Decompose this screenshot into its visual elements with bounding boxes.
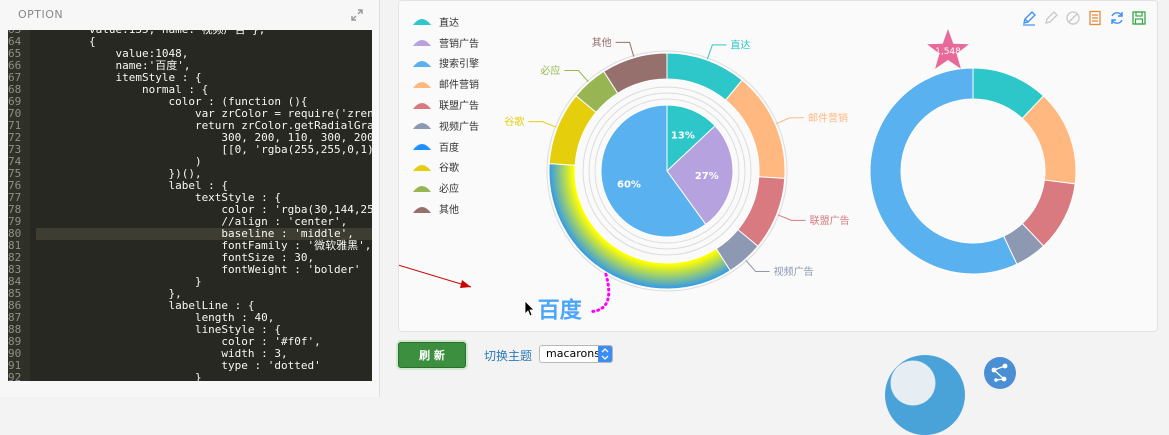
- legend-swatch-icon: [413, 120, 431, 130]
- select-arrow-icon: [598, 346, 612, 362]
- refresh-button[interactable]: 刷 新: [398, 342, 466, 368]
- legend-label: 营销广告: [439, 38, 479, 50]
- outer-ring-label-line: [745, 259, 770, 273]
- restore-icon[interactable]: [1109, 10, 1125, 26]
- outer-ring-label-line: [777, 214, 806, 221]
- legend-label: 联盟广告: [439, 101, 479, 113]
- annotation-arrow-line: [399, 264, 472, 288]
- chart-toolbox: [1021, 10, 1147, 26]
- option-panel-header: OPTION: [0, 0, 379, 30]
- mark-undo-icon[interactable]: [1043, 10, 1059, 26]
- line-number: 92: [8, 371, 22, 382]
- theme-select[interactable]: macarons: [539, 345, 613, 363]
- mark-icon[interactable]: [1021, 10, 1037, 26]
- annotation-arrow-head: [460, 280, 471, 288]
- outer-ring-label-line: [776, 117, 804, 125]
- legend-item[interactable]: 百度: [413, 136, 479, 157]
- legend-label: 百度: [439, 142, 459, 154]
- legend-item[interactable]: 其他: [413, 198, 479, 219]
- legend-item[interactable]: 联盟广告: [413, 94, 479, 115]
- option-editor-panel: OPTION 636465666768697071727374757677787…: [0, 0, 380, 397]
- legend-label: 其他: [439, 205, 459, 217]
- outer-ring-label-line: [564, 69, 589, 83]
- line-number-gutter: 6364656667686970717273747576777879808182…: [8, 30, 30, 381]
- code-editor[interactable]: 6364656667686970717273747576777879808182…: [8, 30, 372, 381]
- outer-ring-label-line: [528, 121, 557, 128]
- outer-ring-label-line: [615, 41, 635, 57]
- legend-item[interactable]: 营销广告: [413, 32, 479, 53]
- legend-label: 必应: [439, 184, 459, 196]
- outer-ring-label: 邮件营销: [808, 111, 848, 124]
- outer-ring-label-line: [706, 44, 727, 60]
- outer-ring-label: 联盟广告: [810, 214, 850, 227]
- mouse-cursor-icon: [524, 300, 535, 317]
- legend-swatch-icon: [413, 183, 431, 193]
- legend-item[interactable]: 直达: [413, 11, 479, 32]
- mark-point-value: 1,548: [935, 47, 961, 57]
- legend-swatch-icon: [413, 16, 431, 26]
- theme-switch-label: 切换主题: [484, 349, 533, 363]
- legend-item[interactable]: 视频广告: [413, 115, 479, 136]
- outer-ring-label: 其他: [592, 36, 612, 49]
- legend-swatch-icon: [413, 100, 431, 110]
- legend-swatch-icon: [413, 162, 431, 172]
- legend-item[interactable]: 谷歌: [413, 157, 479, 178]
- legend-item[interactable]: 必应: [413, 177, 479, 198]
- save-image-icon[interactable]: [1131, 10, 1147, 26]
- mark-clear-icon[interactable]: [1065, 10, 1081, 26]
- chart-canvas[interactable]: 直达邮件营销联盟广告视频广告百度谷歌必应其他13%27%60%1,548: [399, 1, 1157, 331]
- theme-select-value: macarons: [546, 347, 600, 360]
- outer-ring-label: 必应: [540, 64, 560, 77]
- expand-icon[interactable]: [351, 9, 363, 21]
- legend-item[interactable]: 搜索引擎: [413, 53, 479, 74]
- legend-label: 视频广告: [439, 121, 479, 133]
- baidu-label-line: [590, 272, 611, 314]
- outer-ring-slice: [724, 79, 786, 179]
- outer-ring-label: 谷歌: [504, 115, 524, 128]
- data-view-icon[interactable]: [1087, 10, 1103, 26]
- inner-pie-percent-label: 27%: [695, 171, 719, 182]
- chart-legend: 直达营销广告搜索引擎邮件营销联盟广告视频广告百度谷歌必应其他: [413, 11, 479, 219]
- outer-ring-label: 直达: [730, 38, 750, 51]
- legend-label: 邮件营销: [439, 80, 479, 92]
- legend-label: 直达: [439, 17, 459, 29]
- legend-item[interactable]: 邮件营销: [413, 73, 479, 94]
- inner-pie-percent-label: 60%: [617, 179, 641, 190]
- share-icon[interactable]: [983, 356, 1017, 390]
- outer-ring-label: 百度: [538, 298, 583, 324]
- legend-swatch-icon: [413, 204, 431, 214]
- option-panel-title: OPTION: [18, 8, 64, 21]
- legend-swatch-icon: [413, 58, 431, 68]
- legend-swatch-icon: [413, 79, 431, 89]
- legend-swatch-icon: [413, 141, 431, 151]
- legend-swatch-icon: [413, 37, 431, 47]
- legend-label: 谷歌: [439, 163, 459, 175]
- inner-pie-percent-label: 13%: [671, 130, 695, 141]
- chart-card: 直达 邮件营销 联盟广告 视频广告 百度 谷歌 必应 其他 13% 27% 60% 1,548 直达营…: [398, 0, 1158, 332]
- editor-footer: [8, 381, 372, 397]
- decorative-circle: [885, 355, 965, 435]
- outer-ring-label: 视频广告: [774, 265, 814, 278]
- code-line[interactable]: }: [36, 372, 372, 382]
- legend-label: 搜索引擎: [439, 59, 479, 71]
